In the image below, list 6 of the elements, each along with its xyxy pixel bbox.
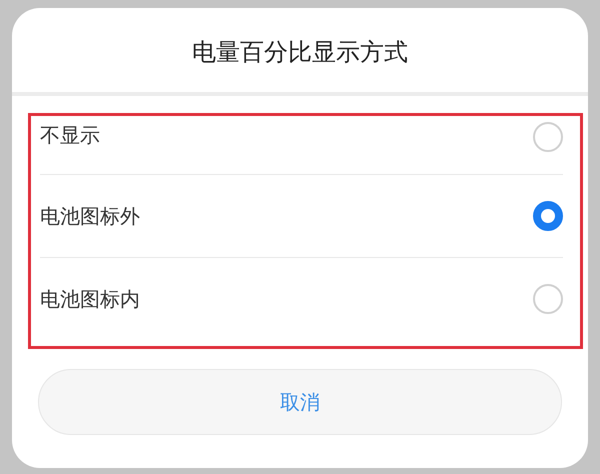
dialog-title: 电量百分比显示方式 xyxy=(191,37,409,68)
option-label: 电池图标外 xyxy=(40,202,140,230)
radio-button[interactable] xyxy=(533,201,563,231)
cancel-button[interactable]: 取消 xyxy=(38,369,562,435)
option-label: 不显示 xyxy=(40,122,100,149)
option-label: 电池图标内 xyxy=(40,286,140,312)
